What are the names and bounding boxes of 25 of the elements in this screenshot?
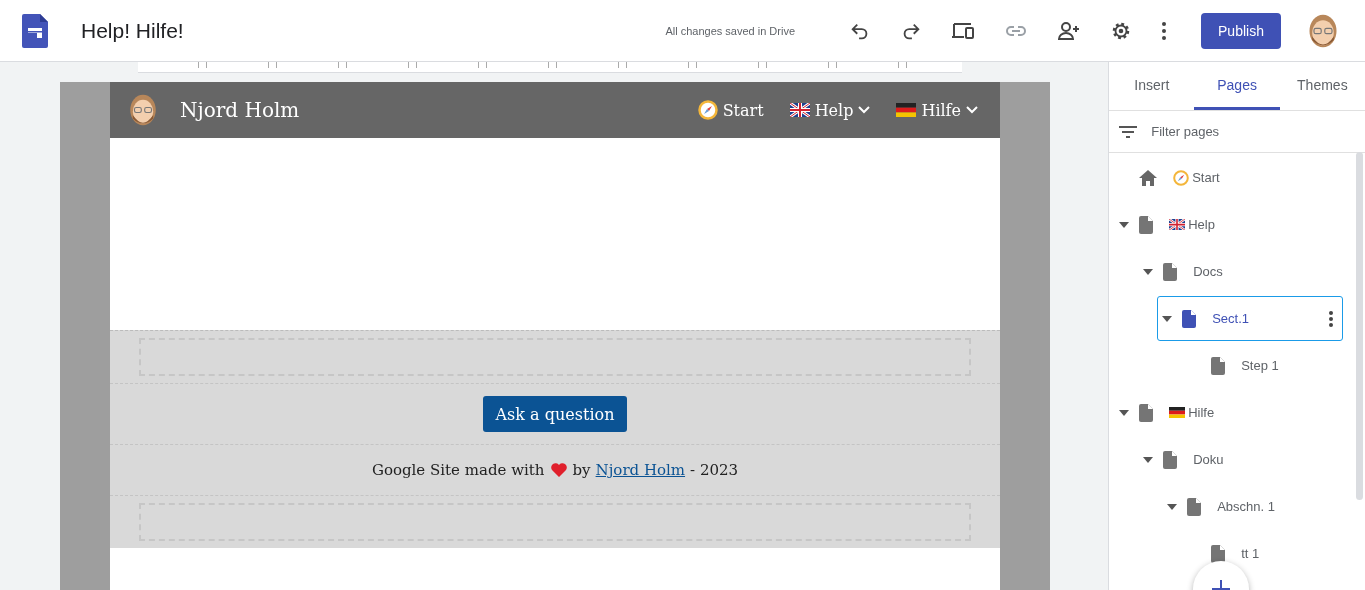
site-title[interactable]: Help! Hilfe! bbox=[81, 18, 184, 43]
page-label[interactable]: Sect.1 bbox=[1212, 311, 1250, 326]
nav-link[interactable]: Hilfe bbox=[921, 100, 961, 120]
page-label[interactable]: Step 1 bbox=[1241, 358, 1279, 373]
panel-tab[interactable]: Insert bbox=[1109, 62, 1195, 110]
ask-button[interactable]: Ask a question bbox=[482, 396, 628, 432]
selected-page-item[interactable]: Sect.1 bbox=[1157, 296, 1344, 341]
nav-link[interactable]: Start bbox=[722, 100, 764, 120]
footer-text: Google Site made with bbox=[371, 461, 545, 479]
nav-link[interactable]: Help bbox=[814, 100, 854, 120]
page-label[interactable]: Help bbox=[1188, 217, 1215, 232]
page-label[interactable]: Doku bbox=[1193, 452, 1224, 467]
footer-text: - 2023 bbox=[690, 461, 739, 479]
page-label[interactable]: Start bbox=[1192, 170, 1220, 185]
panel-tab[interactable]: Pages bbox=[1194, 62, 1280, 110]
site-name[interactable]: Njord Holm bbox=[180, 98, 300, 122]
page-label[interactable]: Docs bbox=[1193, 264, 1223, 279]
publish-button[interactable]: Publish bbox=[1201, 12, 1281, 49]
save-status: All changes saved in Drive bbox=[665, 24, 795, 37]
footer-text: by bbox=[572, 461, 591, 479]
page-label[interactable]: Abschn. 1 bbox=[1217, 499, 1275, 514]
author-link[interactable]: Njord Holm bbox=[595, 461, 686, 479]
page-label[interactable]: tt 1 bbox=[1241, 546, 1260, 561]
panel-tab[interactable]: Themes bbox=[1279, 62, 1365, 110]
page-label[interactable]: Hilfe bbox=[1188, 405, 1215, 420]
